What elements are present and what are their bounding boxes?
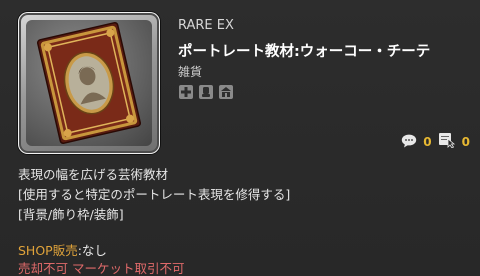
item-description: 表現の幅を広げる芸術教材 [使用すると特定のポートレート表現を修得する] [背景… bbox=[18, 165, 290, 225]
shop-info: SHOP販売:なし bbox=[18, 240, 107, 259]
item-stats: 0 0 bbox=[401, 132, 470, 152]
bookmark-count-value: 0 bbox=[461, 135, 470, 149]
comment-count-value: 0 bbox=[423, 135, 432, 149]
item-tooltip-card: RARE EX ポートレート教材:ウォーコー・チーテ 雑貨 0 0 表現の幅を広… bbox=[0, 0, 480, 276]
item-name: ポートレート教材:ウォーコー・チーテ bbox=[178, 44, 431, 60]
shop-label: SHOP販売 bbox=[18, 243, 78, 258]
description-line: 表現の幅を広げる芸術教材 bbox=[18, 167, 169, 182]
shop-value: :なし bbox=[77, 243, 107, 258]
bookmark-count[interactable]: 0 bbox=[438, 132, 470, 152]
item-category: 雑貨 bbox=[178, 65, 203, 79]
comment-count[interactable]: 0 bbox=[401, 133, 432, 152]
trade-restriction: 売却不可 マーケット取引不可 bbox=[18, 261, 185, 276]
notepad-cursor-icon bbox=[438, 132, 456, 152]
merchant-icon bbox=[218, 84, 234, 100]
item-attribute-icons bbox=[178, 84, 234, 100]
item-icon-frame[interactable] bbox=[18, 12, 160, 154]
plus-cross-icon bbox=[178, 84, 194, 100]
hand-fist-icon bbox=[198, 84, 214, 100]
description-line: [使用すると特定のポートレート表現を修得する] bbox=[18, 187, 291, 202]
description-line: [背景/飾り枠/装飾] bbox=[18, 207, 124, 222]
item-rarity: RARE EX bbox=[178, 18, 234, 33]
portrait-book-icon bbox=[26, 20, 152, 146]
speech-bubble-icon bbox=[401, 133, 417, 152]
